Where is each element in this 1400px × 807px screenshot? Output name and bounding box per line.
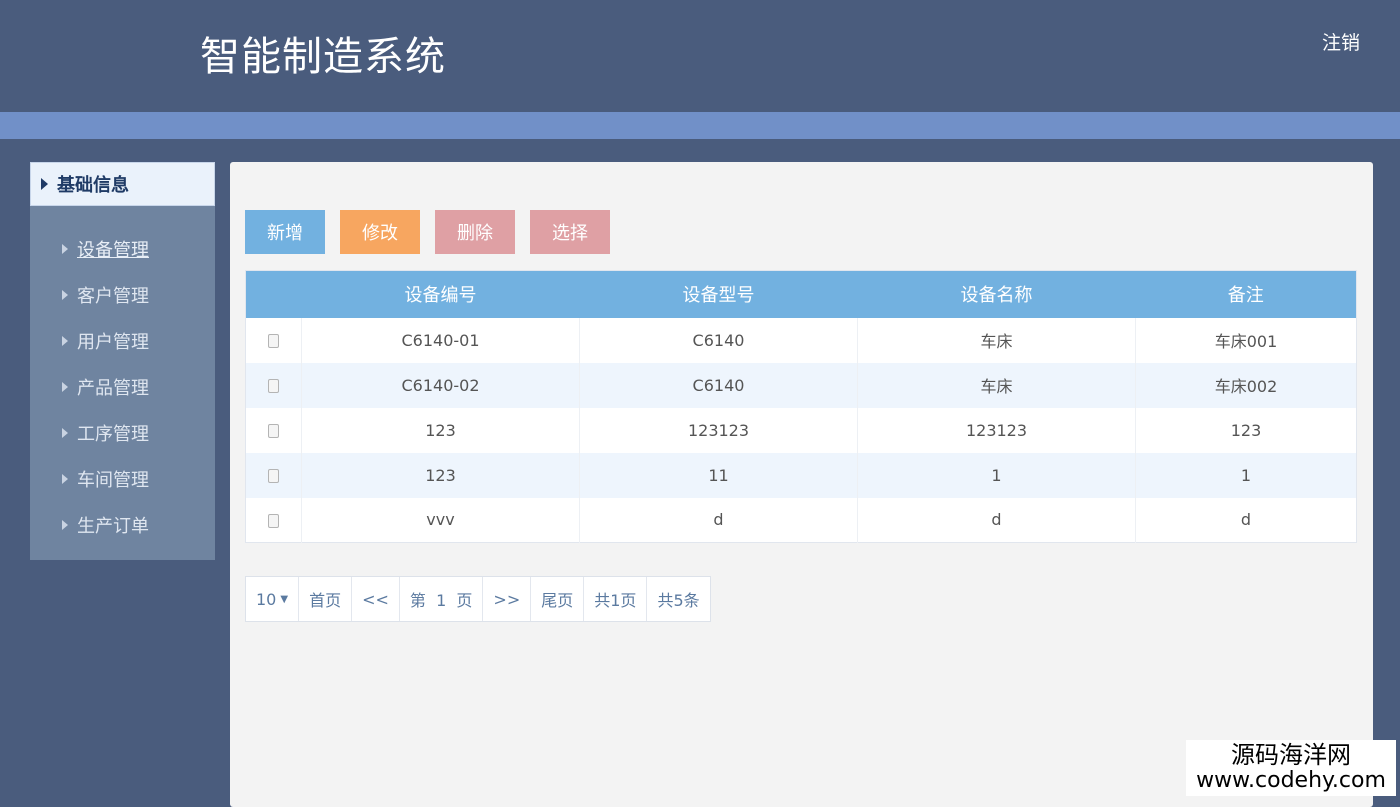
table-cell: 123 — [302, 453, 580, 498]
table-row[interactable]: 123 123123 123123 123 — [246, 408, 1357, 453]
next-page-button[interactable]: >> — [482, 577, 530, 621]
table-cell: 123 — [302, 408, 580, 453]
table-cell: 123123 — [858, 408, 1136, 453]
toolbar: 新增 修改 删除 选择 — [245, 210, 610, 254]
sidebar-item-label: 车间管理 — [77, 466, 149, 492]
table-cell: C6140 — [580, 318, 858, 363]
table-header-row: 设备编号 设备型号 设备名称 备注 — [246, 271, 1357, 318]
table-row[interactable]: C6140-01 C6140 车床 车床001 — [246, 318, 1357, 363]
table-cell: 123123 — [580, 408, 858, 453]
sidebar-menu: 设备管理 客户管理 用户管理 产品管理 工序管理 车间管理 生产订单 — [30, 206, 215, 548]
app-title: 智能制造系统 — [200, 24, 446, 82]
table-row[interactable]: 123 11 1 1 — [246, 453, 1357, 498]
sidebar-item-products[interactable]: 产品管理 — [30, 364, 215, 410]
page-size-value: 10 — [256, 590, 276, 609]
prev-page-button[interactable]: << — [351, 577, 399, 621]
row-checkbox[interactable] — [268, 334, 279, 348]
table-cell: 1 — [858, 453, 1136, 498]
sidebar-item-label: 工序管理 — [77, 420, 149, 446]
caret-down-icon: ▼ — [280, 594, 288, 605]
row-checkbox-cell — [246, 408, 302, 453]
row-checkbox[interactable] — [268, 424, 279, 438]
accent-bar — [0, 112, 1400, 139]
column-header[interactable]: 备注 — [1136, 271, 1357, 318]
table-cell: 11 — [580, 453, 858, 498]
add-button[interactable]: 新增 — [245, 210, 325, 254]
table-cell: 车床001 — [1136, 318, 1357, 363]
checkbox-column-header — [246, 271, 302, 318]
caret-right-icon — [62, 474, 68, 484]
table-cell: 车床 — [858, 363, 1136, 408]
watermark-url: www.codehy.com — [1186, 768, 1396, 794]
select-button[interactable]: 选择 — [530, 210, 610, 254]
sidebar-section-basic-info[interactable]: 基础信息 — [30, 162, 215, 206]
total-pages-label: 共1页 — [583, 577, 646, 621]
table-cell: C6140-01 — [302, 318, 580, 363]
sidebar-item-label: 用户管理 — [77, 328, 149, 354]
watermark: 源码海洋网 www.codehy.com — [1186, 740, 1396, 796]
table-cell: d — [580, 498, 858, 543]
edit-button[interactable]: 修改 — [340, 210, 420, 254]
table-row[interactable]: vvv d d d — [246, 498, 1357, 543]
first-page-button[interactable]: 首页 — [298, 577, 351, 621]
delete-button[interactable]: 删除 — [435, 210, 515, 254]
sidebar: 基础信息 设备管理 客户管理 用户管理 产品管理 工序管理 车间管理 生产订 — [30, 162, 215, 560]
sidebar-item-processes[interactable]: 工序管理 — [30, 410, 215, 456]
equipment-table: 设备编号 设备型号 设备名称 备注 C6140-01 C6140 车床 车床00… — [245, 270, 1357, 543]
caret-right-icon — [62, 290, 68, 300]
table-cell: d — [1136, 498, 1357, 543]
sidebar-item-users[interactable]: 用户管理 — [30, 318, 215, 364]
current-page-indicator: 第 1 页 — [399, 577, 483, 621]
caret-right-icon — [62, 244, 68, 254]
table-cell: d — [858, 498, 1136, 543]
table-cell: 123 — [1136, 408, 1357, 453]
table-cell: vvv — [302, 498, 580, 543]
watermark-name: 源码海洋网 — [1186, 742, 1396, 768]
page-size-select[interactable]: 10 ▼ — [246, 577, 298, 621]
table-cell: 1 — [1136, 453, 1357, 498]
table-cell: C6140 — [580, 363, 858, 408]
sidebar-item-label: 客户管理 — [77, 282, 149, 308]
last-page-button[interactable]: 尾页 — [530, 577, 583, 621]
sidebar-item-production-orders[interactable]: 生产订单 — [30, 502, 215, 548]
row-checkbox[interactable] — [268, 469, 279, 483]
caret-right-icon — [62, 428, 68, 438]
column-header[interactable]: 设备型号 — [580, 271, 858, 318]
sidebar-item-workshops[interactable]: 车间管理 — [30, 456, 215, 502]
caret-right-icon — [62, 520, 68, 530]
logout-link[interactable]: 注销 — [1322, 28, 1360, 55]
total-items-label: 共5条 — [646, 577, 709, 621]
table-cell: C6140-02 — [302, 363, 580, 408]
row-checkbox-cell — [246, 453, 302, 498]
row-checkbox-cell — [246, 363, 302, 408]
row-checkbox-cell — [246, 318, 302, 363]
sidebar-item-customers[interactable]: 客户管理 — [30, 272, 215, 318]
main-panel: 新增 修改 删除 选择 设备编号 设备型号 设备名称 备注 C6140-01 C… — [230, 162, 1373, 807]
table-cell: 车床002 — [1136, 363, 1357, 408]
row-checkbox-cell — [246, 498, 302, 543]
caret-right-icon — [62, 382, 68, 392]
sidebar-item-label: 产品管理 — [77, 374, 149, 400]
column-header[interactable]: 设备编号 — [302, 271, 580, 318]
column-header[interactable]: 设备名称 — [858, 271, 1136, 318]
caret-right-icon — [41, 178, 48, 190]
row-checkbox[interactable] — [268, 514, 279, 528]
pagination: 10 ▼ 首页 << 第 1 页 >> 尾页 共1页 共5条 — [245, 576, 711, 622]
sidebar-item-label: 生产订单 — [77, 512, 149, 538]
caret-right-icon — [62, 336, 68, 346]
table-row[interactable]: C6140-02 C6140 车床 车床002 — [246, 363, 1357, 408]
table-cell: 车床 — [858, 318, 1136, 363]
sidebar-item-equipment[interactable]: 设备管理 — [30, 226, 215, 272]
top-header: 智能制造系统 注销 — [0, 0, 1400, 112]
row-checkbox[interactable] — [268, 379, 279, 393]
sidebar-section-label: 基础信息 — [57, 171, 129, 197]
sidebar-item-label: 设备管理 — [77, 236, 149, 262]
